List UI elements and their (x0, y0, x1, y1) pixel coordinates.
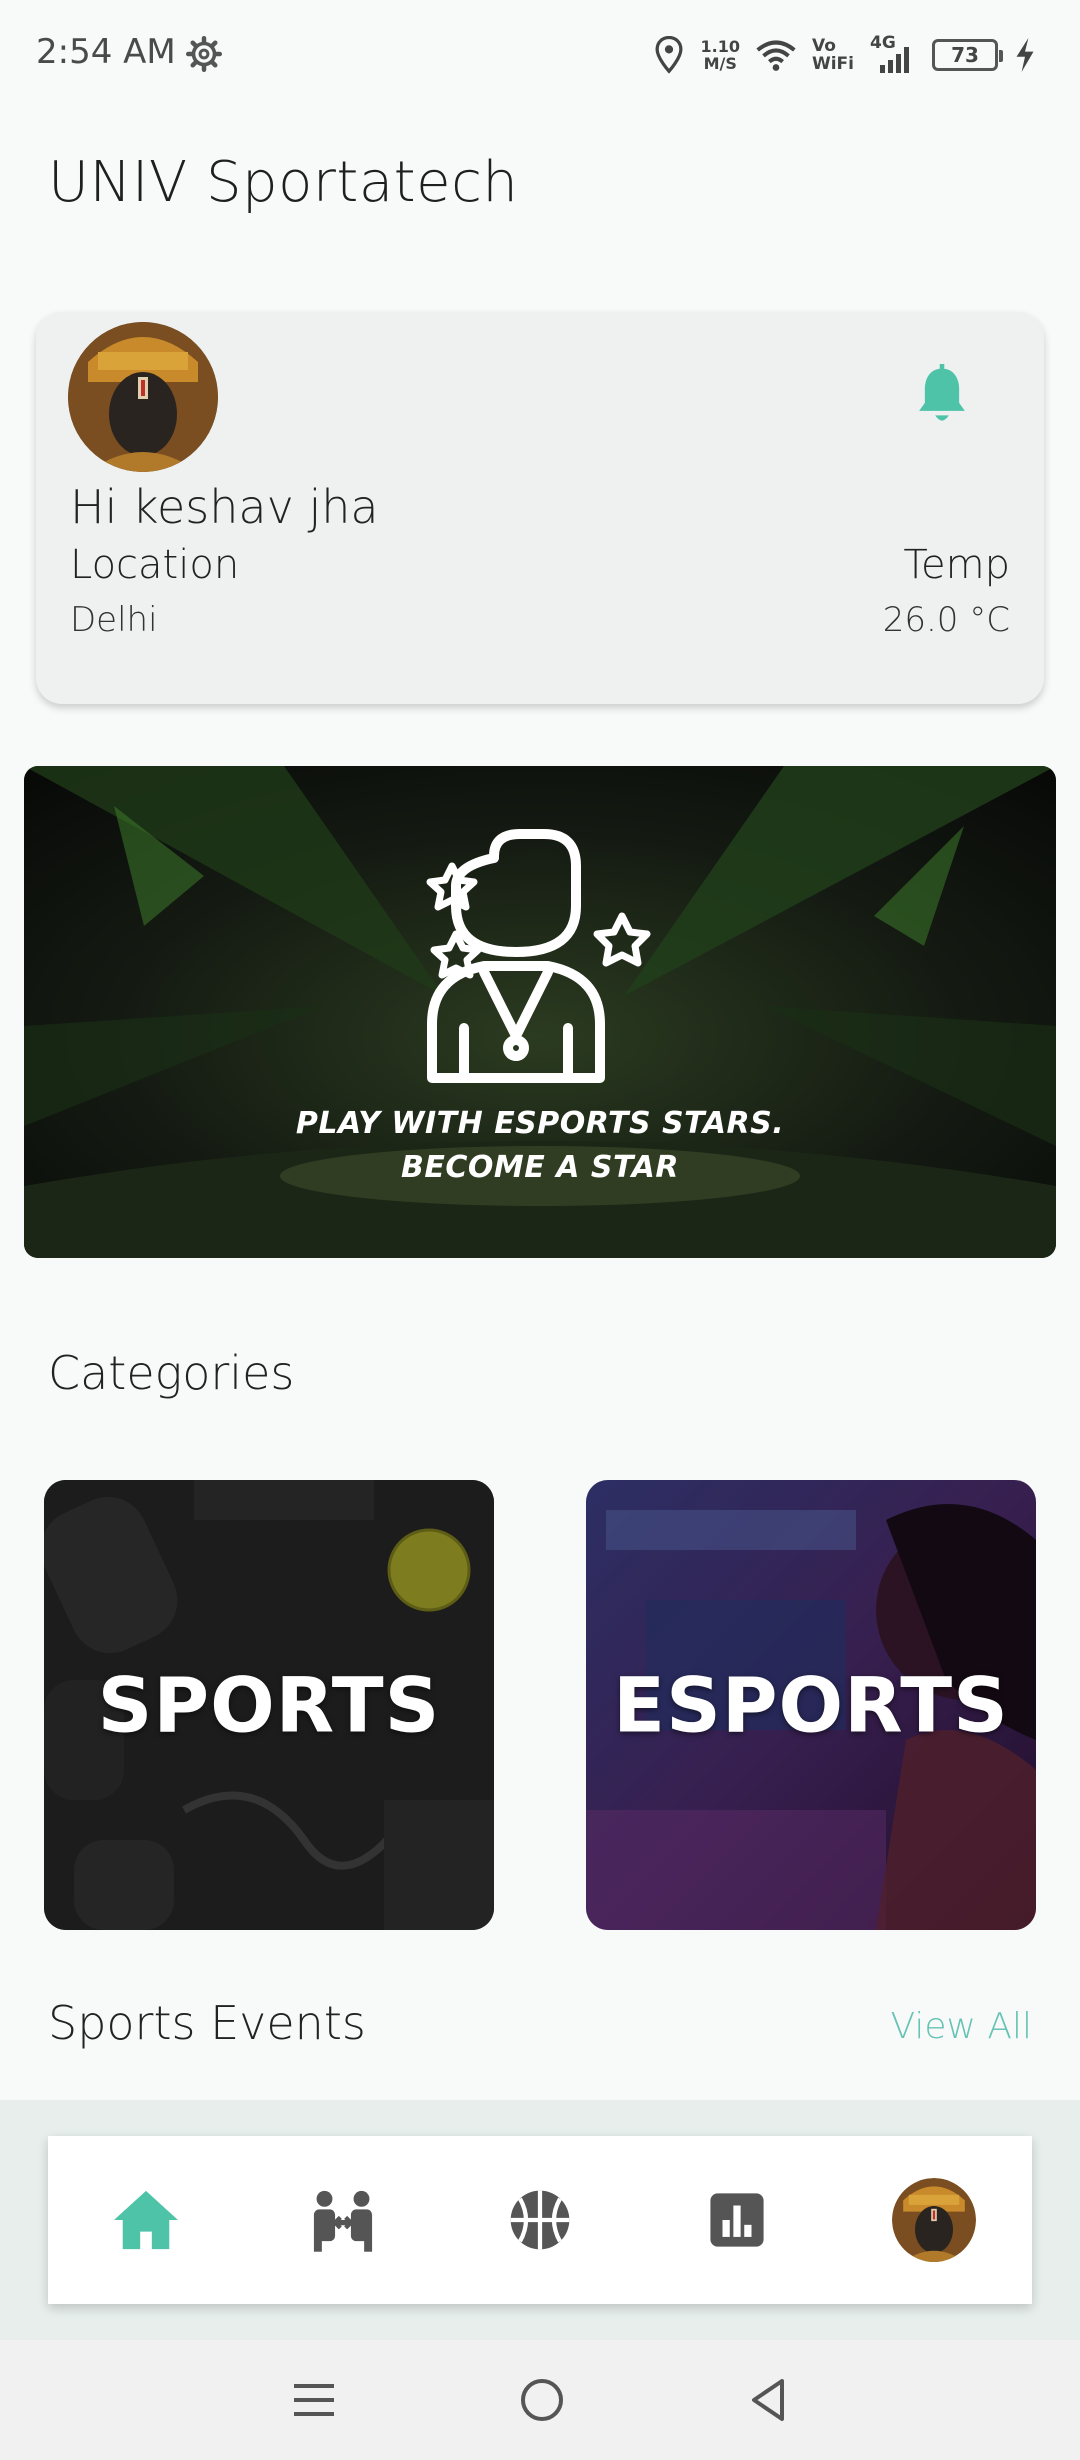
cell-signal: 4G (870, 33, 916, 75)
nav-fitness[interactable] (288, 2165, 398, 2275)
category-sports-label: SPORTS (97, 1660, 441, 1750)
nav-stats[interactable] (682, 2165, 792, 2275)
vowifi-indicator: Vo WiFi (812, 37, 854, 73)
nav-profile[interactable] (879, 2165, 989, 2275)
system-navigation-bar (0, 2340, 1080, 2460)
category-sports[interactable]: SPORTS (44, 1480, 494, 1930)
recents-menu-icon[interactable] (292, 2380, 336, 2420)
categories-title: Categories (48, 1346, 295, 1400)
speed-value: 1.10 (700, 37, 740, 56)
view-all-link[interactable]: View All (890, 2006, 1032, 2047)
vowifi-top: Vo (811, 36, 836, 56)
temp-label: Temp (903, 542, 1010, 588)
location-pin-icon (655, 36, 683, 74)
status-bar: 2:54 AM 1.10 M/S Vo WiFi 4G 73 (0, 0, 1080, 110)
location-value: Delhi (70, 600, 158, 640)
charging-bolt-icon (1016, 38, 1034, 72)
user-avatar[interactable] (68, 322, 218, 472)
location-label: Location (70, 542, 240, 588)
banner-line-2: BECOME A STAR (401, 1150, 679, 1185)
signal-bars-icon (880, 47, 909, 73)
speed-unit: M/S (703, 54, 737, 73)
stats-icon (710, 2193, 764, 2247)
category-esports-label: ESPORTS (613, 1660, 1009, 1750)
fitness-icon (314, 2190, 373, 2252)
basketball-icon (510, 2190, 570, 2250)
promo-banner[interactable]: PLAY WITH ESPORTS STARS. BECOME A STAR (24, 766, 1056, 1258)
status-time: 2:54 AM (36, 32, 176, 72)
network-speed: 1.10 M/S (700, 38, 739, 72)
temp-value: 26.0 °C (882, 600, 1010, 640)
greeting-text: Hi keshav jha (70, 480, 379, 534)
nav-home[interactable] (91, 2165, 201, 2275)
battery-level: 73 (951, 43, 979, 67)
bottom-nav (48, 2136, 1032, 2304)
settings-gear-icon (186, 36, 222, 72)
home-circle-icon[interactable] (519, 2377, 565, 2423)
page-title: UNIV Sportatech (48, 150, 519, 215)
status-icons: 1.10 M/S Vo WiFi 4G 73 (654, 30, 1036, 80)
home-icon (114, 2190, 179, 2250)
battery-indicator: 73 (932, 39, 1003, 71)
vowifi-bottom: WiFi (811, 54, 854, 74)
sports-events-title: Sports Events (48, 1996, 366, 2050)
nav-basketball[interactable] (485, 2165, 595, 2275)
banner-line-1: PLAY WITH ESPORTS STARS. (295, 1106, 785, 1141)
home-screen: 2:54 AM 1.10 M/S Vo WiFi 4G 73 UNIV Spor… (0, 0, 1080, 2460)
profile-card: Hi keshav jha Location Delhi Temp 26.0 °… (36, 312, 1044, 704)
category-esports[interactable]: ESPORTS (586, 1480, 1036, 1930)
profile-avatar (891, 2178, 976, 2262)
wifi-icon (756, 40, 796, 71)
back-triangle-icon[interactable] (748, 2377, 788, 2423)
notification-bell-icon[interactable] (914, 364, 970, 428)
